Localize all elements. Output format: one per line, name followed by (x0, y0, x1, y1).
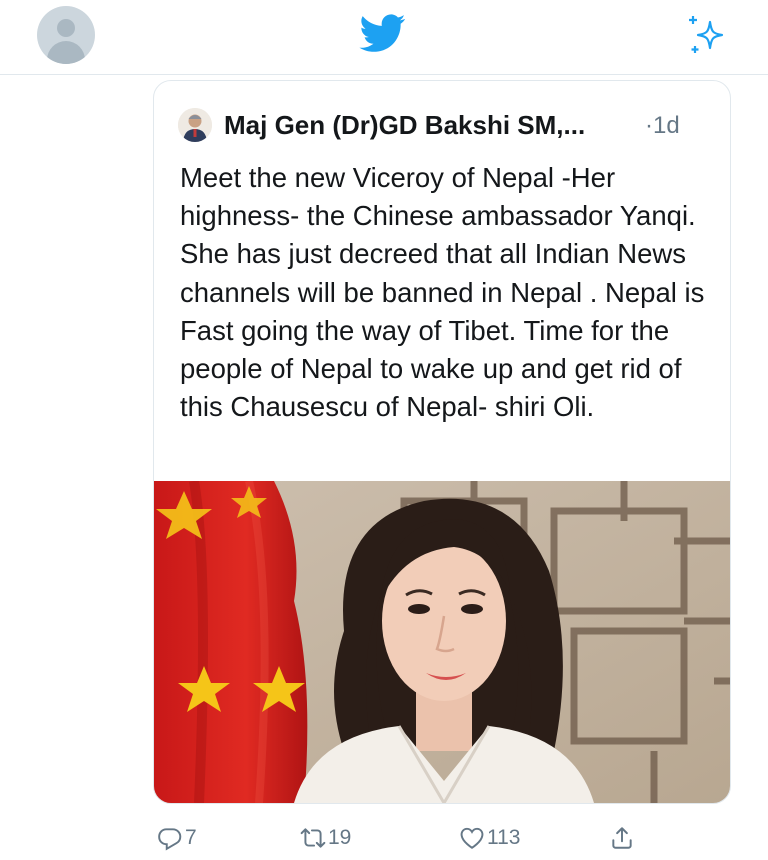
profile-avatar[interactable] (37, 6, 95, 64)
tweet-actions: 7 19 113 (0, 818, 768, 858)
tweet-time[interactable]: ·1d (645, 112, 680, 140)
tweet-media-image[interactable] (154, 481, 730, 803)
author-avatar[interactable] (178, 108, 212, 142)
like-count: 113 (487, 826, 521, 849)
retweet-count: 19 (328, 826, 352, 849)
author-name[interactable]: Maj Gen (Dr)GD Bakshi SM,... (224, 110, 585, 141)
share-icon (612, 827, 632, 849)
twitter-bird-icon[interactable] (356, 10, 410, 56)
sparkle-icon[interactable] (684, 12, 730, 58)
retweet-icon (300, 828, 326, 848)
tweet-card[interactable]: Maj Gen (Dr)GD Bakshi SM,... ·1d Meet th… (153, 80, 731, 804)
reply-icon (158, 828, 182, 851)
author-photo-icon (178, 108, 212, 142)
share-button[interactable] (609, 818, 635, 858)
default-profile-icon (57, 19, 75, 37)
like-button[interactable]: 113 (459, 818, 520, 858)
tweet-text: Meet the new Viceroy of Nepal -Her highn… (180, 162, 705, 423)
photo-woman-with-flag (154, 481, 730, 803)
heart-icon (460, 827, 484, 849)
retweet-button[interactable]: 19 (300, 818, 351, 858)
reply-count: 7 (185, 826, 197, 849)
reply-button[interactable]: 7 (157, 818, 197, 858)
top-bar (0, 0, 768, 75)
tweet-header: Maj Gen (Dr)GD Bakshi SM,... ·1d (178, 108, 708, 142)
